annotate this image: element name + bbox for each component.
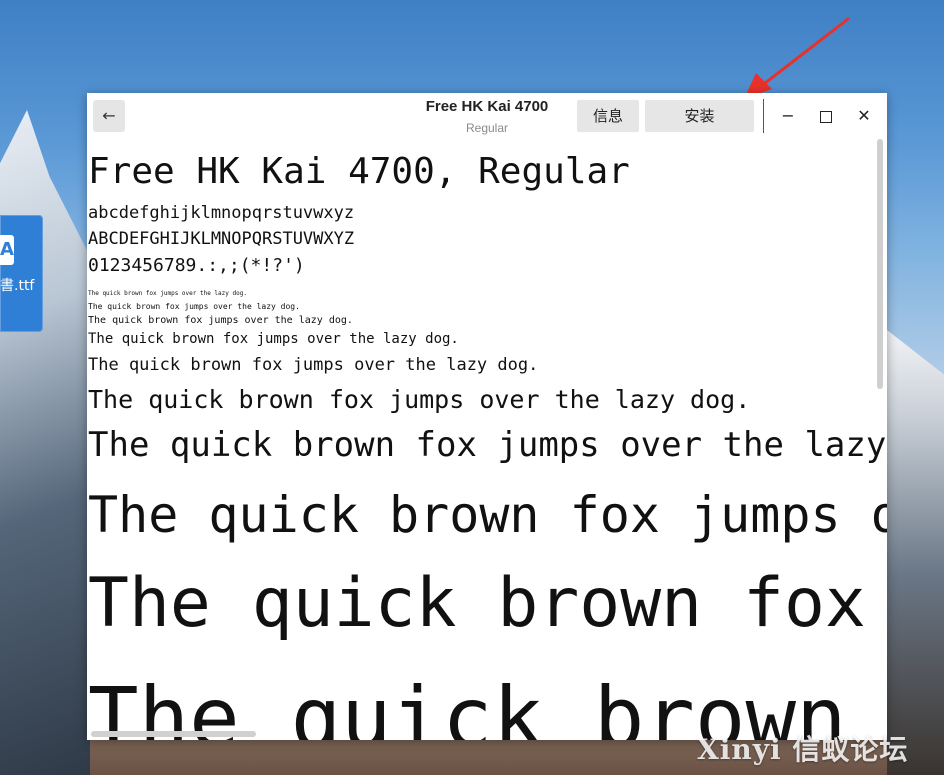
preview-sample-line: The quick brown fox jumps over the lazy …	[88, 315, 353, 326]
window-title: Free HK Kai 4700	[425, 98, 549, 115]
window-subtitle: Regular	[465, 121, 509, 135]
font-file-label: 書.ttf	[0, 278, 35, 294]
watermark: Xinyi 信蚁论坛	[697, 733, 909, 766]
minimize-button[interactable]: −	[773, 101, 803, 131]
preview-sample-line: The quick brown fox jumps over the lazy …	[88, 425, 887, 465]
preview-sample-line: The quick brown fox jumps over the lazy …	[88, 385, 751, 414]
vertical-scrollbar[interactable]	[877, 139, 883, 389]
preview-sample-line: The quick brown fox jumps over the lazy …	[88, 355, 539, 375]
preview-heading: Free HK Kai 4700, Regular	[88, 151, 630, 192]
desktop-font-file-icon[interactable]: A 書.ttf	[0, 215, 43, 332]
install-button[interactable]: 安装	[645, 100, 754, 132]
close-button[interactable]: ✕	[849, 101, 879, 131]
titlebar: ← Free HK Kai 4700 Regular 信息 安装 − ✕	[87, 93, 887, 139]
back-button[interactable]: ←	[93, 100, 125, 132]
font-preview-area[interactable]: Free HK Kai 4700, Regular abcdefghijklmn…	[87, 139, 887, 740]
minimize-icon: −	[781, 106, 795, 125]
preview-sample-line: The quick brown fox jumps over the lazy …	[88, 331, 459, 347]
maximize-button[interactable]	[811, 101, 841, 131]
maximize-icon	[820, 110, 832, 123]
titlebar-divider	[763, 99, 764, 133]
preview-uppercase: ABCDEFGHIJKLMNOPQRSTUVWXYZ	[88, 229, 355, 249]
preview-lowercase: abcdefghijklmnopqrstuvwxyz	[88, 203, 355, 223]
preview-digits: 0123456789.:,;(*!?')	[88, 255, 305, 276]
font-viewer-window: ← Free HK Kai 4700 Regular 信息 安装 − ✕ Fre…	[87, 93, 887, 740]
preview-sample-line: The quick brown fox jumps over the lazy …	[88, 564, 887, 643]
close-icon: ✕	[857, 106, 871, 125]
horizontal-scrollbar[interactable]	[91, 731, 256, 737]
preview-sample-line: The quick brown fox jumps over the lazy …	[88, 290, 247, 297]
preview-sample-line: The quick brown fox jumps over the lazy …	[88, 302, 300, 311]
desktop-wallpaper-mountain-right	[887, 330, 944, 775]
desktop-wallpaper-mountain-left	[0, 110, 90, 775]
font-file-icon: A	[0, 235, 14, 265]
info-button[interactable]: 信息	[577, 100, 639, 132]
back-arrow-icon: ←	[102, 106, 116, 125]
preview-sample-line: The quick brown fox jumps over the lazy …	[88, 486, 887, 544]
